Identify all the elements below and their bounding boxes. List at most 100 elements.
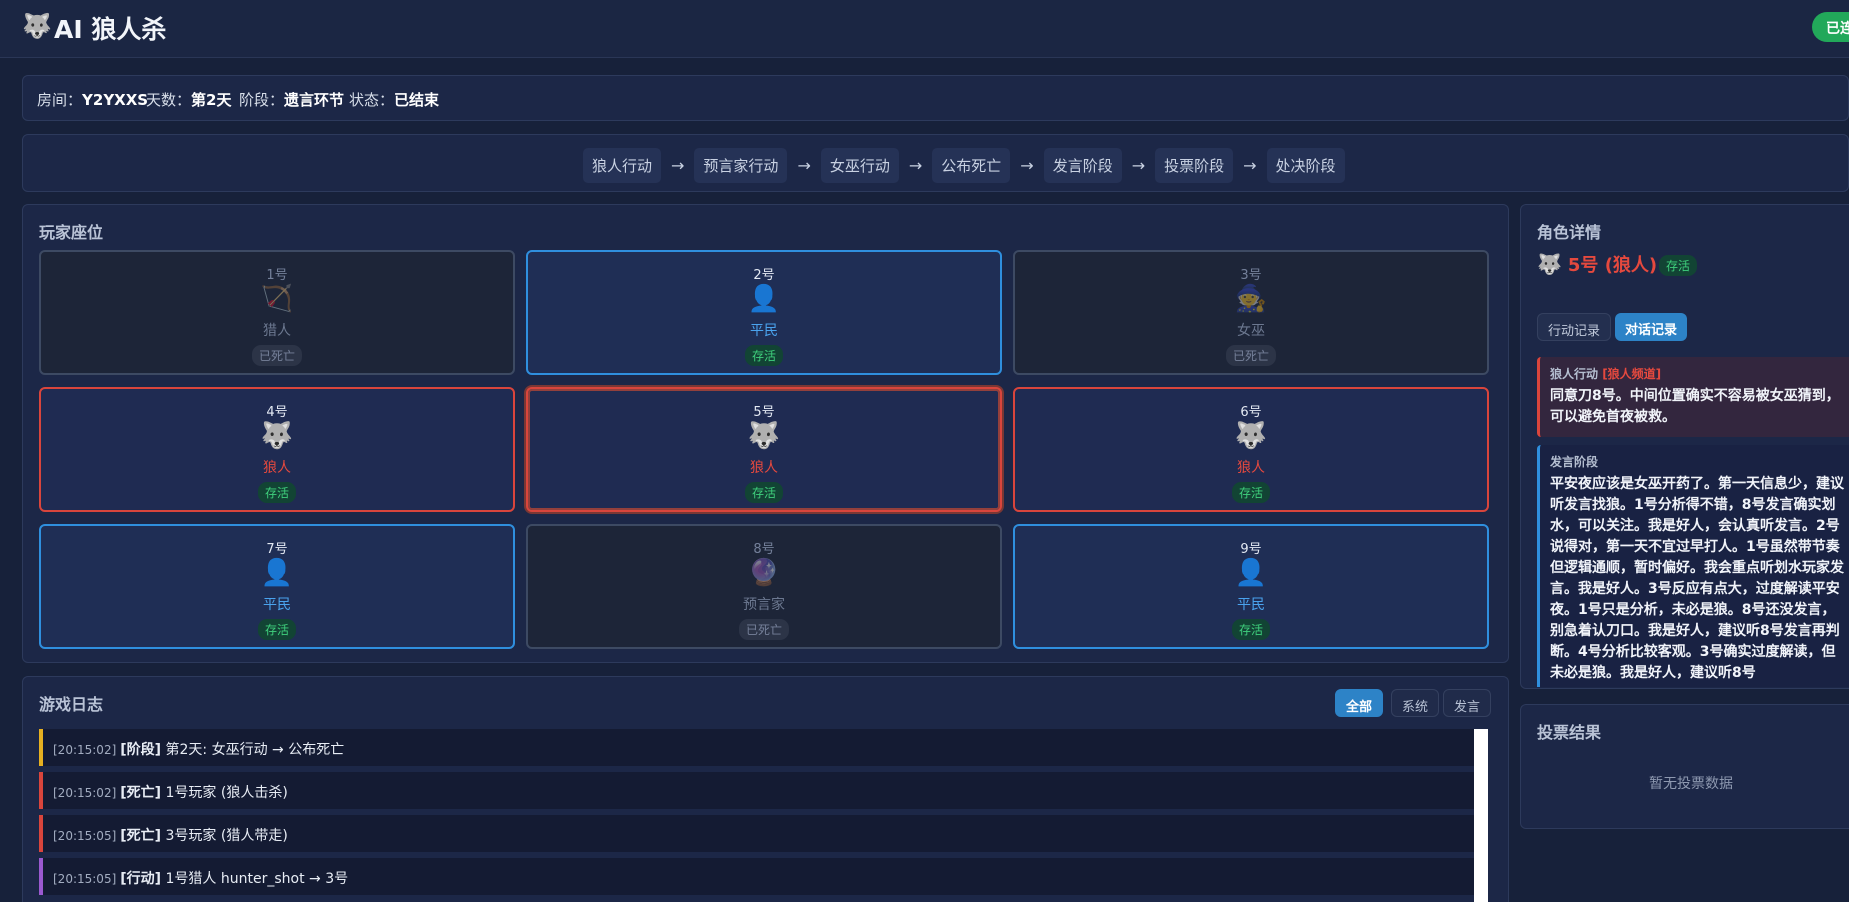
game-log-panel: 游戏日志 全部 系统 发言 [20:15:02] [阶段] 第2天: 女巫行动 →… bbox=[22, 676, 1509, 902]
seat-role: 猎人 bbox=[263, 323, 291, 339]
wolf-icon: 🐺 bbox=[260, 421, 294, 451]
status-badge: 存活 bbox=[1231, 619, 1271, 640]
seat-4[interactable]: 4号 🐺 狼人 存活 bbox=[39, 387, 515, 512]
seats-title: 玩家座位 bbox=[39, 223, 104, 242]
phase-step: 投票阶段 bbox=[1155, 148, 1234, 183]
seat-role: 女巫 bbox=[1237, 323, 1265, 339]
seat-role: 预言家 bbox=[743, 597, 785, 613]
role-detail-panel: 角色详情 🐺 5号 (狼人) 存活 行动记录 对话记录 狼人行动 [狼人频道] 同… bbox=[1520, 204, 1849, 689]
seat-number: 8号 bbox=[753, 542, 775, 557]
seat-number: 4号 bbox=[266, 405, 288, 420]
crystal-ball-icon: 🔮 bbox=[747, 558, 781, 588]
status-badge: 存活 bbox=[257, 619, 297, 640]
seat-number: 1号 bbox=[266, 268, 288, 283]
day-value: 第2天 bbox=[191, 91, 232, 109]
chat-header: 发言阶段 bbox=[1550, 455, 1599, 469]
seat-number: 9号 bbox=[1240, 542, 1262, 557]
seat-role: 狼人 bbox=[750, 460, 778, 476]
player-name: 5号 (狼人) bbox=[1567, 255, 1658, 276]
wolf-icon: 🐺 bbox=[22, 12, 52, 40]
chat-message: 发言阶段 平安夜应该是女巫开药了。第一天信息少，建议听发言找狼。1号分析得不错，… bbox=[1537, 445, 1849, 687]
wolf-icon: 🐺 bbox=[747, 421, 781, 451]
status-badge: 已死亡 bbox=[738, 619, 790, 640]
chat-text: 平安夜应该是女巫开药了。第一天信息少，建议听发言找狼。1号分析得不错，8号发言确… bbox=[1550, 476, 1844, 681]
player-seats-panel: 玩家座位 1号 🏹 猎人 已死亡 2号 👤 平民 存活 3号 🧙 女巫 已死亡 … bbox=[22, 204, 1509, 663]
log-entry: [20:15:05] [死亡] 3号玩家 (猎人带走) bbox=[39, 815, 1474, 852]
tab-chat-log[interactable]: 对话记录 bbox=[1615, 313, 1688, 341]
filter-all-button[interactable]: 全部 bbox=[1335, 689, 1384, 717]
log-title: 游戏日志 bbox=[39, 695, 104, 714]
seat-number: 3号 bbox=[1240, 268, 1262, 283]
status-badge: 存活 bbox=[1659, 255, 1698, 276]
witch-icon: 🧙 bbox=[1234, 284, 1268, 314]
log-entry: [20:15:02] [死亡] 1号玩家 (狼人击杀) bbox=[39, 772, 1474, 809]
seat-3[interactable]: 3号 🧙 女巫 已死亡 bbox=[1013, 250, 1489, 375]
arrow-right-icon: → bbox=[1243, 156, 1257, 175]
filter-system-button[interactable]: 系统 bbox=[1391, 689, 1440, 717]
vote-title: 投票结果 bbox=[1537, 723, 1602, 742]
chat-text: 同意刀8号。中间位置确实不容易被女巫猜到，可以避免首夜被救。 bbox=[1550, 388, 1840, 425]
status-info: 状态：已结束 bbox=[349, 91, 440, 109]
status-badge: 存活 bbox=[744, 482, 784, 503]
seat-number: 5号 bbox=[753, 405, 775, 420]
seat-number: 2号 bbox=[753, 268, 775, 283]
seat-6[interactable]: 6号 🐺 狼人 存活 bbox=[1013, 387, 1489, 512]
day-info: 天数：第2天 bbox=[146, 91, 232, 109]
status-badge: 存活 bbox=[1231, 482, 1271, 503]
status-badge: 已死亡 bbox=[1225, 345, 1277, 366]
game-info-bar: 房间：Y2YXXS 天数：第2天 阶段：遗言环节 状态：已结束 bbox=[22, 75, 1849, 121]
status-badge: 已死亡 bbox=[251, 345, 303, 366]
chat-header: 狼人行动 [狼人频道] bbox=[1550, 367, 1662, 381]
seat-role: 平民 bbox=[1237, 597, 1265, 613]
tab-action-log[interactable]: 行动记录 bbox=[1537, 313, 1612, 341]
seat-role: 狼人 bbox=[1237, 460, 1265, 476]
seat-number: 6号 bbox=[1240, 405, 1262, 420]
phase-step: 预言家行动 bbox=[694, 148, 788, 183]
seat-role: 平民 bbox=[263, 597, 291, 613]
vote-result-panel: 投票结果 暂无投票数据 bbox=[1520, 704, 1849, 829]
seat-role: 狼人 bbox=[263, 460, 291, 476]
seat-5[interactable]: 5号 🐺 狼人 存活 bbox=[526, 387, 1002, 512]
phase-flow: 狼人行动 → 预言家行动 → 女巫行动 → 公布死亡 → 发言阶段 → 投票阶段… bbox=[583, 148, 1345, 183]
chat-log[interactable]: 狼人行动 [狼人频道] 同意刀8号。中间位置确实不容易被女巫猜到，可以避免首夜被… bbox=[1537, 357, 1849, 687]
vote-empty-text: 暂无投票数据 bbox=[1649, 776, 1733, 792]
detail-title: 角色详情 bbox=[1537, 223, 1602, 242]
person-icon: 👤 bbox=[1234, 558, 1268, 588]
seat-1[interactable]: 1号 🏹 猎人 已死亡 bbox=[39, 250, 515, 375]
log-list[interactable]: [20:15:02] [阶段] 第2天: 女巫行动 → 公布死亡 [20:15:0… bbox=[39, 729, 1488, 902]
bow-icon: 🏹 bbox=[260, 284, 294, 314]
arrow-right-icon: → bbox=[671, 156, 685, 175]
room-info: 房间：Y2YXXS bbox=[37, 91, 149, 109]
phase-step: 处决阶段 bbox=[1266, 148, 1345, 183]
arrow-right-icon: → bbox=[797, 156, 811, 175]
seat-number: 7号 bbox=[266, 542, 288, 557]
wolf-icon: 🐺 bbox=[1537, 252, 1562, 276]
status-badge: 存活 bbox=[744, 345, 784, 366]
seat-7[interactable]: 7号 👤 平民 存活 bbox=[39, 524, 515, 649]
wolf-icon: 🐺 bbox=[1234, 421, 1268, 451]
phase-step: 女巫行动 bbox=[820, 148, 899, 183]
phase-value: 遗言环节 bbox=[284, 91, 345, 109]
status-badge: 存活 bbox=[257, 482, 297, 503]
seat-2[interactable]: 2号 👤 平民 存活 bbox=[526, 250, 1002, 375]
arrow-right-icon: → bbox=[1020, 156, 1034, 175]
app-header: 🐺 AI 狼人杀 已连 bbox=[0, 0, 1849, 58]
arrow-right-icon: → bbox=[1131, 156, 1146, 175]
person-icon: 👤 bbox=[260, 558, 294, 588]
chat-message: 狼人行动 [狼人频道] 同意刀8号。中间位置确实不容易被女巫猜到，可以避免首夜被… bbox=[1537, 357, 1849, 437]
phase-flow-bar: 狼人行动 → 预言家行动 → 女巫行动 → 公布死亡 → 发言阶段 → 投票阶段… bbox=[22, 134, 1849, 192]
phase-step: 狼人行动 bbox=[583, 148, 662, 183]
connection-badge: 已连 bbox=[1812, 12, 1849, 42]
filter-speech-button[interactable]: 发言 bbox=[1443, 689, 1492, 717]
log-entry: [20:15:02] [阶段] 第2天: 女巫行动 → 公布死亡 bbox=[39, 729, 1474, 766]
arrow-right-icon: → bbox=[908, 156, 923, 175]
room-id: Y2YXXS bbox=[82, 91, 149, 109]
phase-info: 阶段：遗言环节 bbox=[239, 91, 345, 109]
role-header: 🐺 5号 (狼人) bbox=[1537, 251, 1657, 277]
seat-9[interactable]: 9号 👤 平民 存活 bbox=[1013, 524, 1489, 649]
seat-role: 平民 bbox=[750, 323, 778, 339]
seat-8[interactable]: 8号 🔮 预言家 已死亡 bbox=[526, 524, 1002, 649]
phase-step: 公布死亡 bbox=[932, 148, 1011, 183]
person-icon: 👤 bbox=[747, 284, 781, 314]
phase-step: 发言阶段 bbox=[1043, 148, 1122, 183]
